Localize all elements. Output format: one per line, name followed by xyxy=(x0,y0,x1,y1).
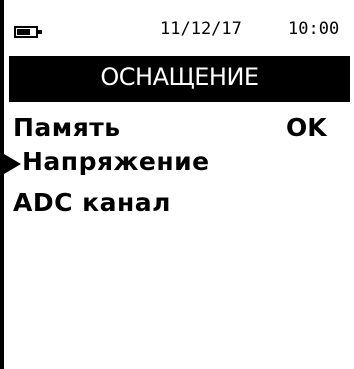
title-bar: ОСНАЩЕНИЕ xyxy=(9,56,350,102)
menu-item-adc-channel[interactable]: ADC канал xyxy=(13,188,171,217)
page-title: ОСНАЩЕНИЕ xyxy=(100,63,259,91)
memory-status-value: OK xyxy=(286,113,327,142)
selection-arrow-icon xyxy=(4,154,21,174)
status-time: 10:00 xyxy=(288,19,340,39)
battery-terminal xyxy=(38,30,42,34)
battery-level xyxy=(17,29,30,35)
screen-left-border xyxy=(0,0,4,369)
status-date: 11/12/17 xyxy=(160,19,242,39)
menu-item-voltage[interactable]: Напряжение xyxy=(22,147,210,176)
menu-item-memory[interactable]: Память xyxy=(13,113,121,142)
battery-icon xyxy=(14,26,42,38)
device-screen: 11/12/17 10:00 ОСНАЩЕНИЕ Память OK Напря… xyxy=(0,0,354,369)
